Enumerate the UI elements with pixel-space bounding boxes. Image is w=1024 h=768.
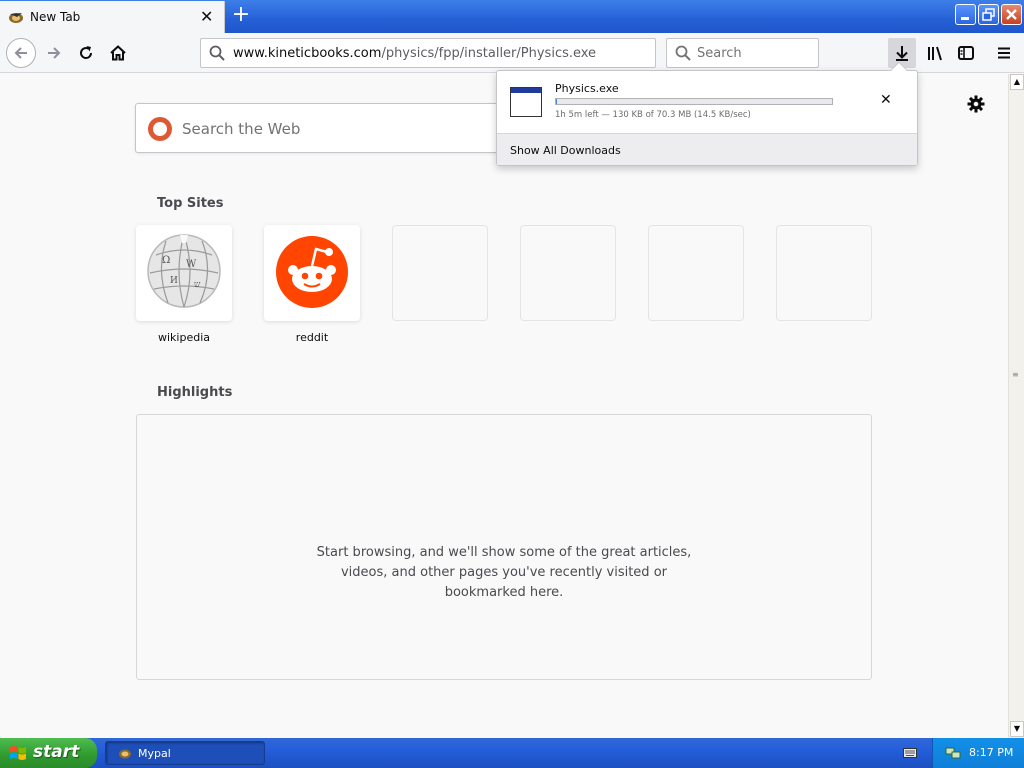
top-site-empty[interactable] [648, 225, 744, 321]
url-text[interactable]: www.kineticbooks.com/physics/fpp/install… [233, 46, 596, 61]
tab-close-icon[interactable]: ✕ [200, 9, 213, 25]
download-progress-fill [556, 99, 558, 104]
new-tab-page: Search the Web Top Sites Ω W И ש wikiped… [0, 74, 1008, 738]
highlights-message-line: videos, and other pages you've recently … [340, 565, 667, 580]
url-host: www.kineticbooks.com [233, 46, 382, 61]
svg-text:W: W [186, 259, 197, 270]
restore-button[interactable] [978, 4, 999, 25]
close-icon [1006, 9, 1017, 20]
keyboard-icon[interactable] [903, 747, 917, 759]
search-bar[interactable]: Search [666, 38, 819, 68]
top-site-label[interactable]: wikipedia [136, 331, 232, 344]
top-site-empty[interactable] [776, 225, 872, 321]
sidebar-icon [958, 46, 974, 60]
restore-icon [982, 8, 995, 21]
highlights-message: Start browsing, and we'll show some of t… [137, 543, 871, 603]
new-tab-button[interactable]: + [229, 4, 253, 27]
svg-text:Ω: Ω [162, 255, 170, 266]
mypal-icon [119, 749, 131, 759]
scroll-grip-icon[interactable]: ≡ [1012, 370, 1019, 379]
clock[interactable]: 8:17 PM [969, 746, 1013, 759]
forward-arrow-icon [48, 47, 61, 59]
download-filename[interactable]: Physics.exe [555, 82, 619, 95]
system-tray: 8:17 PM [932, 738, 1024, 768]
download-arrow-icon [896, 46, 908, 61]
cancel-download-icon[interactable]: ✕ [880, 92, 892, 108]
home-button[interactable] [104, 39, 132, 67]
show-all-downloads-button[interactable]: Show All Downloads [497, 133, 917, 165]
taskbar-item-mypal[interactable]: Mypal [105, 741, 265, 765]
mypal-icon [9, 13, 23, 23]
reload-button[interactable] [72, 39, 100, 67]
top-site-reddit[interactable] [264, 225, 360, 321]
start-label: start [33, 742, 80, 762]
download-status: 1h 5m left — 130 KB of 70.3 MB (14.5 KB/… [555, 110, 751, 120]
search-input[interactable]: Search [697, 46, 742, 61]
scroll-up-icon[interactable]: ▲ [1010, 74, 1024, 90]
home-icon [110, 45, 126, 61]
gear-icon[interactable] [966, 94, 986, 114]
show-all-downloads-label: Show All Downloads [510, 144, 621, 157]
hamburger-menu-icon [998, 47, 1010, 59]
back-arrow-icon [14, 47, 27, 59]
downloads-button[interactable] [888, 38, 916, 68]
search-icon [209, 45, 225, 61]
top-site-label[interactable]: reddit [264, 331, 360, 344]
forward-button[interactable] [40, 39, 68, 67]
top-site-empty[interactable] [520, 225, 616, 321]
reddit-logo-icon [276, 236, 348, 308]
highlights-message-line: bookmarked here. [444, 585, 564, 600]
highlights-title: Highlights [157, 385, 233, 400]
wikipedia-logo-icon: Ω W И ש [147, 234, 221, 308]
tab-title: New Tab [30, 10, 81, 24]
close-window-button[interactable] [1001, 4, 1022, 25]
svg-text:И: И [170, 276, 178, 286]
url-path: /physics/fpp/installer/Physics.exe [381, 46, 597, 61]
top-site-empty[interactable] [392, 225, 488, 321]
back-button[interactable] [6, 38, 36, 68]
menu-button[interactable] [990, 39, 1018, 67]
vertical-scrollbar[interactable]: ▲ ≡ ▼ [1008, 74, 1024, 738]
highlights-empty-state: Start browsing, and we'll show some of t… [136, 414, 872, 680]
download-progress-bar [555, 98, 833, 105]
taskbar: start Mypal 8:17 PM [0, 738, 1024, 768]
executable-file-icon [510, 87, 542, 117]
sidebar-button[interactable] [952, 39, 980, 67]
start-button[interactable]: start [0, 738, 97, 768]
library-icon [928, 46, 942, 61]
highlights-message-line: Start browsing, and we'll show some of t… [316, 545, 692, 560]
network-icon[interactable] [945, 745, 961, 761]
top-site-wikipedia[interactable]: Ω W И ש [136, 225, 232, 321]
windows-flag-icon [10, 746, 26, 760]
library-button[interactable] [921, 39, 949, 67]
tab-strip: New Tab ✕ + [0, 0, 1024, 33]
duckduckgo-logo-icon [148, 117, 172, 141]
url-bar[interactable]: www.kineticbooks.com/physics/fpp/install… [200, 38, 656, 68]
minimize-icon [961, 17, 969, 20]
taskbar-item-label: Mypal [138, 747, 171, 760]
tab-new-tab[interactable]: New Tab ✕ [0, 1, 225, 33]
top-sites-title: Top Sites [157, 196, 224, 211]
minimize-button[interactable] [955, 4, 976, 25]
scroll-down-icon[interactable]: ▼ [1010, 721, 1024, 737]
web-search-input[interactable]: Search the Web [182, 120, 300, 138]
svg-text:ש: ש [194, 280, 201, 290]
reload-icon [80, 46, 93, 59]
downloads-panel: Physics.exe 1h 5m left — 130 KB of 70.3 … [496, 61, 918, 166]
search-icon [675, 45, 691, 61]
navigation-toolbar: www.kineticbooks.com/physics/fpp/install… [0, 33, 1024, 73]
